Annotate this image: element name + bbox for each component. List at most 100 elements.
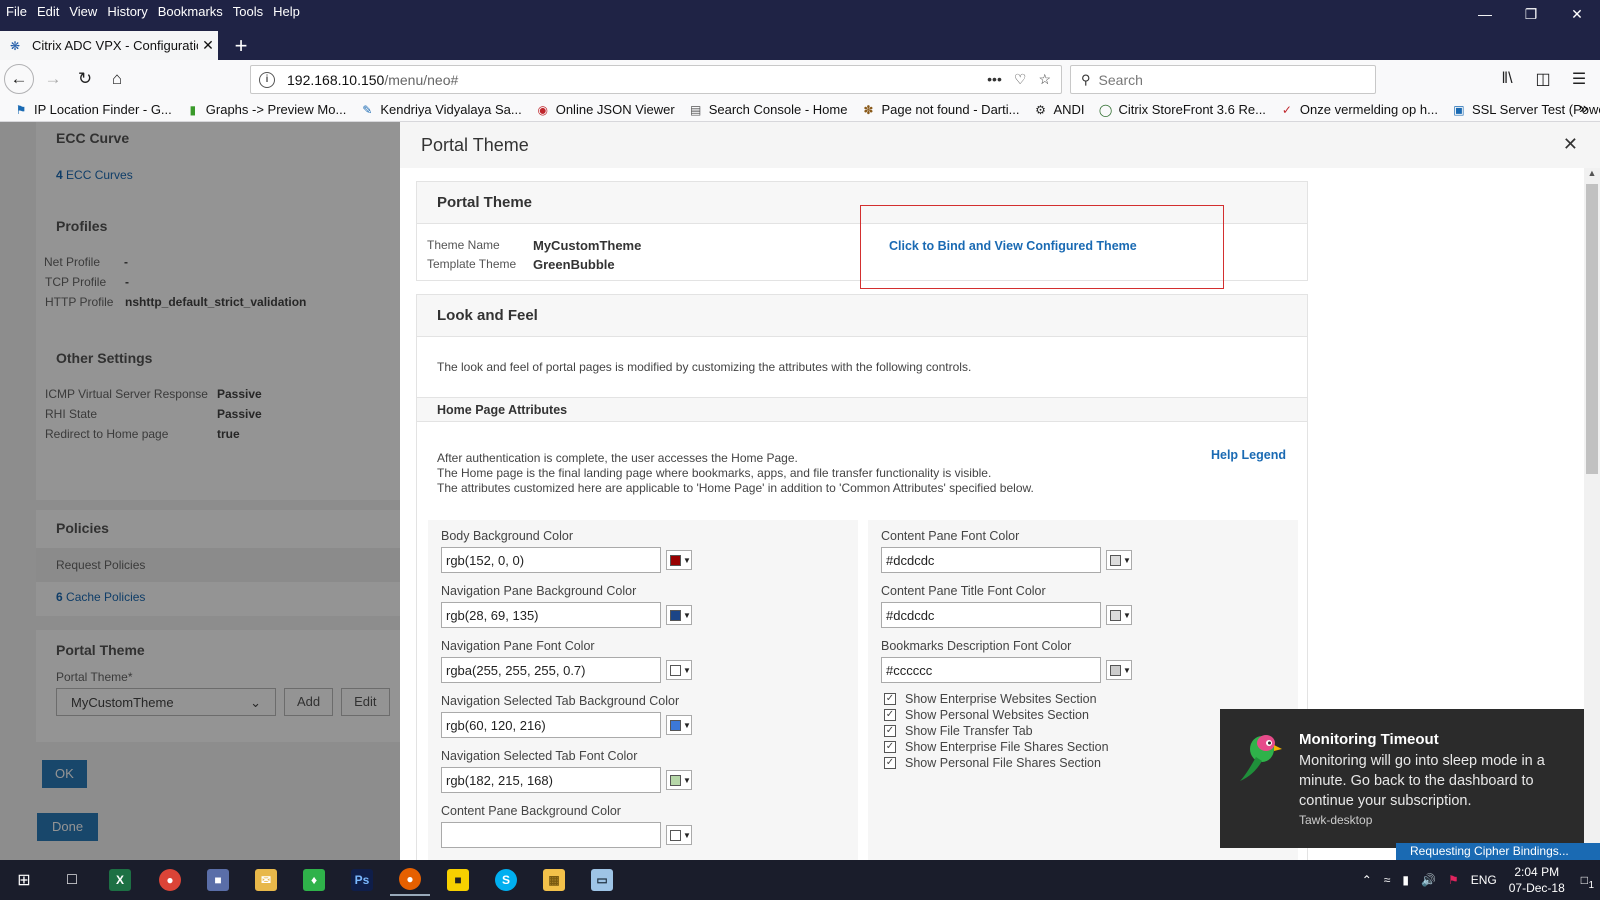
close-icon[interactable]: ✕: [1563, 134, 1578, 155]
pocket-icon[interactable]: ♡: [1014, 71, 1027, 88]
tawk-app-icon[interactable]: ♦: [294, 864, 334, 896]
minimize-icon[interactable]: —: [1462, 0, 1508, 28]
color-value-input[interactable]: [881, 547, 1101, 573]
color-picker-button[interactable]: ▼: [666, 550, 692, 570]
browser-tab-active[interactable]: ❋ Citrix ADC VPX - Configuration ✕: [0, 31, 218, 60]
menu-tools[interactable]: Tools: [233, 4, 263, 19]
menu-bookmarks[interactable]: Bookmarks: [158, 4, 223, 19]
bookmark-item[interactable]: ✓ Onze vermelding op h...: [1280, 102, 1438, 117]
checkbox-checked-icon[interactable]: ✓: [884, 741, 896, 753]
color-swatch: [670, 554, 681, 566]
color-value-input[interactable]: [441, 822, 661, 848]
site-info-icon[interactable]: i: [259, 71, 275, 88]
scroll-up-arrow-icon[interactable]: ▲: [1584, 168, 1600, 182]
bookmark-item[interactable]: ✽ Page not found - Darti...: [861, 102, 1019, 117]
bookmark-item[interactable]: ▮ Graphs -> Preview Mo...: [186, 102, 346, 117]
menu-file[interactable]: File: [6, 4, 27, 19]
mail-app-icon[interactable]: ✉: [246, 864, 286, 896]
sidebar-icon[interactable]: ◫: [1528, 64, 1558, 94]
input-language[interactable]: ENG: [1471, 873, 1497, 887]
dropdown-arrow-icon: ▼: [1123, 610, 1131, 620]
hamburger-menu-icon[interactable]: ☰: [1564, 64, 1594, 94]
bookmarks-overflow-icon[interactable]: »: [1579, 100, 1588, 118]
color-value-input[interactable]: [881, 602, 1101, 628]
checkbox-checked-icon[interactable]: ✓: [884, 709, 896, 721]
photoshop-icon[interactable]: Ps: [342, 864, 382, 896]
field-label: Body Background Color: [441, 529, 574, 543]
scroll-thumb[interactable]: [1586, 184, 1598, 474]
clock[interactable]: 2:04 PM 07-Dec-18: [1509, 864, 1565, 896]
bookmark-item[interactable]: ⚙ ANDI: [1033, 102, 1084, 117]
chrome-icon[interactable]: ●: [150, 864, 190, 896]
section-checkbox[interactable]: ✓ Show Personal File Shares Section: [884, 756, 1101, 770]
checkbox-label: Show Enterprise Websites Section: [905, 692, 1097, 706]
bookmark-item[interactable]: ▤ Search Console - Home: [689, 102, 847, 117]
close-window-icon[interactable]: ✕: [1554, 0, 1600, 28]
menu-history[interactable]: History: [107, 4, 147, 19]
tab-close-icon[interactable]: ✕: [198, 37, 218, 54]
panel-scrollbar[interactable]: ▲: [1584, 168, 1600, 860]
color-value-input[interactable]: [881, 657, 1101, 683]
section-checkbox[interactable]: ✓ Show Enterprise Websites Section: [884, 692, 1097, 706]
color-picker-button[interactable]: ▼: [666, 605, 692, 625]
reload-icon[interactable]: ↻: [70, 64, 100, 94]
bookmark-item[interactable]: ◉ Online JSON Viewer: [536, 102, 674, 117]
address-bar[interactable]: i 192.168.10.150 /menu/neo# ••• ♡ ☆: [250, 65, 1062, 94]
back-arrow-icon[interactable]: ←: [4, 64, 34, 94]
color-picker-button[interactable]: ▼: [666, 770, 692, 790]
color-picker-button[interactable]: ▼: [666, 715, 692, 735]
section-checkbox[interactable]: ✓ Show Enterprise File Shares Section: [884, 740, 1109, 754]
restore-icon[interactable]: ❐: [1508, 0, 1554, 28]
forward-arrow-icon[interactable]: →: [38, 64, 68, 94]
home-icon[interactable]: ⌂: [102, 64, 132, 94]
bookmark-item[interactable]: ◯ Citrix StoreFront 3.6 Re...: [1099, 102, 1266, 117]
toast-title: Monitoring Timeout: [1299, 731, 1439, 748]
color-value-input[interactable]: [441, 602, 661, 628]
search-box[interactable]: ⚲: [1070, 65, 1376, 94]
color-value-input[interactable]: [441, 657, 661, 683]
help-legend-link[interactable]: Help Legend: [1211, 448, 1286, 462]
flag-icon[interactable]: ⚑: [1448, 873, 1459, 887]
color-value-input[interactable]: [441, 547, 661, 573]
wifi-icon[interactable]: ≈: [1384, 873, 1391, 887]
notification-toast[interactable]: Monitoring Timeout Monitoring will go in…: [1220, 709, 1584, 848]
checkbox-checked-icon[interactable]: ✓: [884, 693, 896, 705]
action-center-icon[interactable]: □ 1: [1581, 873, 1594, 891]
bookmark-item[interactable]: ▣SSL Server Test (Power...: [1452, 102, 1600, 117]
color-picker-button[interactable]: ▼: [1106, 550, 1132, 570]
modal-overlay[interactable]: [0, 122, 400, 860]
template-theme-row: Template Theme GreenBubble: [427, 257, 615, 272]
remote-desktop-icon[interactable]: ▭: [582, 864, 622, 896]
color-value-input[interactable]: [441, 712, 661, 738]
section-checkbox[interactable]: ✓ Show File Transfer Tab: [884, 724, 1033, 738]
volume-icon[interactable]: 🔊: [1421, 873, 1436, 887]
library-icon[interactable]: ‖\: [1492, 64, 1522, 94]
chevron-up-icon[interactable]: ⌃: [1362, 873, 1372, 887]
checkbox-checked-icon[interactable]: ✓: [884, 757, 896, 769]
page-actions-icon[interactable]: •••: [987, 71, 1002, 88]
skype-icon[interactable]: S: [486, 864, 526, 896]
menu-help[interactable]: Help: [273, 4, 300, 19]
bookmark-item[interactable]: ✎ Kendriya Vidyalaya Sa...: [360, 102, 521, 117]
color-picker-button[interactable]: ▼: [666, 825, 692, 845]
file-explorer-icon[interactable]: ▦: [534, 864, 574, 896]
task-view-icon[interactable]: □: [52, 864, 92, 896]
color-picker-button[interactable]: ▼: [1106, 605, 1132, 625]
search-input[interactable]: [1098, 71, 1349, 88]
excel-icon[interactable]: X: [100, 864, 140, 896]
color-value-input[interactable]: [441, 767, 661, 793]
color-picker-button[interactable]: ▼: [1106, 660, 1132, 680]
new-tab-icon[interactable]: +: [228, 31, 254, 60]
color-picker-button[interactable]: ▼: [666, 660, 692, 680]
menu-edit[interactable]: Edit: [37, 4, 59, 19]
windows-start-icon[interactable]: ⊞: [4, 864, 44, 896]
sticky-notes-icon[interactable]: ■: [438, 864, 478, 896]
bookmark-star-icon[interactable]: ☆: [1038, 71, 1051, 88]
menu-view[interactable]: View: [69, 4, 97, 19]
checkbox-checked-icon[interactable]: ✓: [884, 725, 896, 737]
network-tool-icon[interactable]: ■: [198, 864, 238, 896]
battery-icon[interactable]: ▮: [1402, 873, 1409, 887]
section-checkbox[interactable]: ✓ Show Personal Websites Section: [884, 708, 1089, 722]
firefox-icon[interactable]: ●: [390, 864, 430, 896]
bookmark-item[interactable]: ⚑ IP Location Finder - G...: [14, 102, 172, 117]
